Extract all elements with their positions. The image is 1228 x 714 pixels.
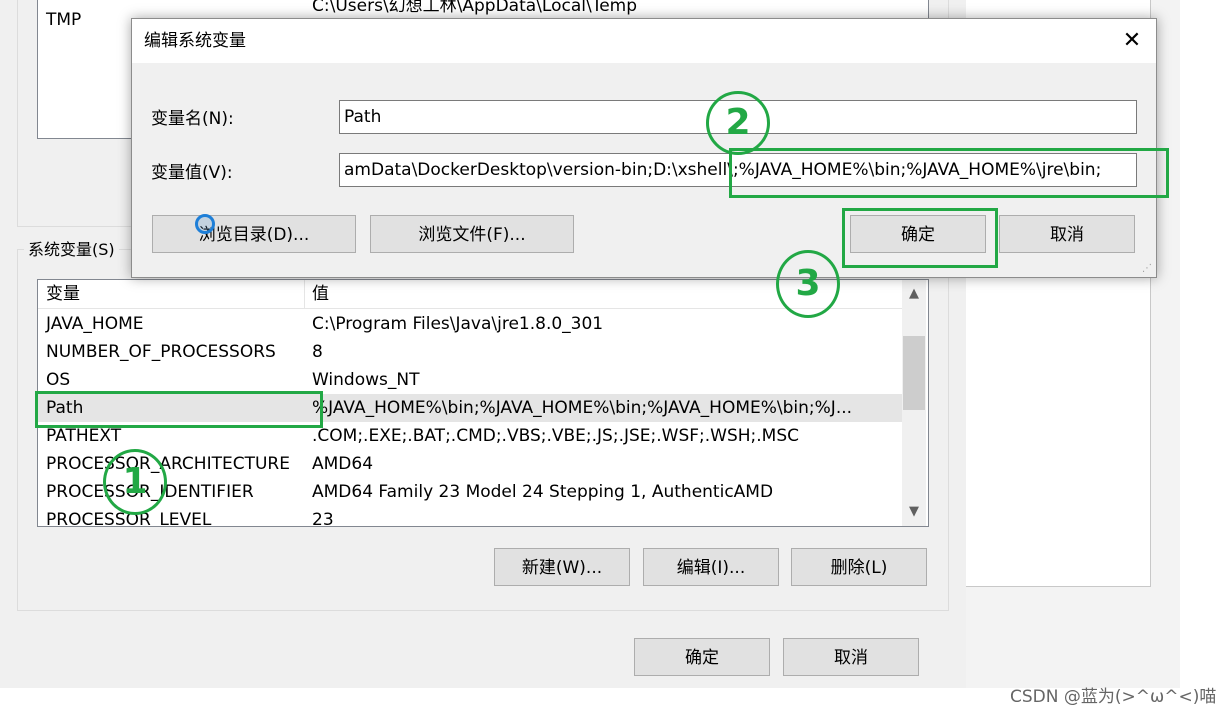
annotation-circle-3: 3: [776, 250, 840, 318]
user-var-value: C:\Users\幻想工林\AppData\Local\Temp: [312, 0, 638, 16]
variable-value-label: 变量值(V):: [151, 163, 233, 183]
list-header: 变量 值: [38, 280, 902, 309]
variable-value: .COM;.EXE;.BAT;.CMD;.VBS;.VBE;.JS;.JSE;.…: [312, 426, 800, 446]
table-row[interactable]: OS Windows_NT: [38, 366, 902, 394]
resize-grip-icon[interactable]: ⋰: [1142, 263, 1154, 275]
variable-name: PROCESSOR_ARCHITECTURE: [46, 454, 290, 474]
system-variables-label: 系统变量(S): [24, 239, 119, 261]
variable-value: 23: [312, 510, 334, 527]
variable-value: %JAVA_HOME%\bin;%JAVA_HOME%\bin;%JAVA_HO…: [312, 398, 853, 418]
user-var-name: TMP: [46, 10, 82, 30]
busy-cursor-icon: [195, 214, 215, 234]
table-row[interactable]: JAVA_HOME C:\Program Files\Java\jre1.8.0…: [38, 310, 902, 338]
annotation-circle-1: 1: [103, 449, 167, 515]
scrollbar-thumb[interactable]: [903, 336, 925, 410]
dialog-cancel-button[interactable]: 取消: [999, 215, 1135, 253]
browse-directory-button[interactable]: 浏览目录(D)...: [152, 215, 356, 253]
annotation-box-value: [729, 148, 1169, 198]
close-icon[interactable]: ✕: [1108, 19, 1156, 63]
variable-value: Windows_NT: [312, 370, 420, 390]
annotation-circle-2: 2: [706, 91, 770, 155]
scroll-up-icon[interactable]: ▲: [902, 282, 926, 306]
watermark: CSDN @蓝为(>^ω^<)喵: [1010, 687, 1217, 707]
table-row[interactable]: PROCESSOR_ARCHITECTURE AMD64: [38, 450, 902, 478]
new-button[interactable]: 新建(W)...: [494, 548, 630, 586]
table-row[interactable]: NUMBER_OF_PROCESSORS 8: [38, 338, 902, 366]
edit-button[interactable]: 编辑(I)...: [643, 548, 779, 586]
dialog-titlebar: 编辑系统变量 ✕: [132, 19, 1156, 63]
variable-name: JAVA_HOME: [46, 314, 144, 334]
main-cancel-button[interactable]: 取消: [783, 638, 919, 676]
annotation-box-path-row: [35, 391, 323, 428]
table-row[interactable]: PROCESSOR_IDENTIFIER AMD64 Family 23 Mod…: [38, 478, 902, 506]
variable-name: NUMBER_OF_PROCESSORS: [46, 342, 276, 362]
variable-name-label: 变量名(N):: [151, 109, 234, 129]
table-row[interactable]: PROCESSOR_LEVEL 23: [38, 506, 902, 527]
variable-name: OS: [46, 370, 71, 390]
variable-value: AMD64: [312, 454, 374, 474]
variable-value: AMD64 Family 23 Model 24 Stepping 1, Aut…: [312, 482, 774, 502]
browse-file-button[interactable]: 浏览文件(F)...: [370, 215, 574, 253]
scroll-down-icon[interactable]: ▼: [902, 500, 926, 524]
column-header-value[interactable]: 值: [312, 280, 329, 308]
annotation-box-ok: [842, 208, 998, 268]
delete-button[interactable]: 删除(L): [791, 548, 927, 586]
main-ok-button[interactable]: 确定: [634, 638, 770, 676]
variable-value: C:\Program Files\Java\jre1.8.0_301: [312, 314, 604, 334]
dialog-title: 编辑系统变量: [144, 31, 246, 51]
column-header-variable[interactable]: 变量: [46, 280, 80, 308]
variable-value: 8: [312, 342, 323, 362]
